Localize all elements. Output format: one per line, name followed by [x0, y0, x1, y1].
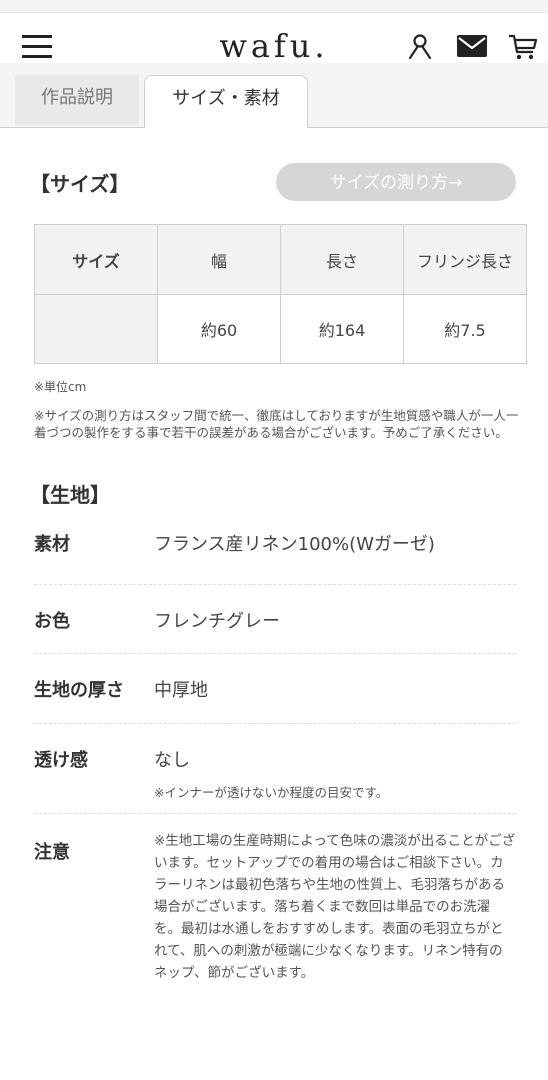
spec-label: 生地の厚さ: [34, 680, 124, 701]
list-item: 素材 フランス産リネン100%(Wガーゼ): [34, 516, 516, 585]
mail-icon[interactable]: [457, 35, 487, 57]
spec-label: 素材: [34, 534, 70, 555]
tab-description[interactable]: 作品説明: [15, 75, 139, 125]
size-table: サイズ 幅 長さ フリンジ長さ 約60 約164 約7.5: [34, 224, 527, 364]
size-section-title: 【サイズ】: [30, 172, 130, 196]
list-item: 注意 ※生地工場の生産時期によって色味の濃淡が出ることがございます。セットアップ…: [34, 814, 516, 984]
spec-label: お色: [34, 611, 70, 632]
tab-size-material[interactable]: サイズ・素材: [144, 75, 308, 128]
size-table-cell: 約60: [157, 294, 281, 364]
unit-note: ※単位cm: [34, 380, 87, 394]
size-section-header: 【サイズ】 サイズの測り方→: [0, 128, 548, 224]
top-strip: [0, 0, 548, 13]
how-to-measure-button[interactable]: サイズの測り方→: [276, 163, 516, 201]
spec-value-group: なし ※インナーが透けないか程度の目安です。: [154, 746, 388, 801]
size-table-cell: 約7.5: [403, 294, 527, 364]
list-item: お色 フレンチグレー: [34, 585, 516, 654]
spec-value: 中厚地: [154, 680, 208, 701]
user-icon[interactable]: [407, 33, 433, 59]
spec-label: 注意: [34, 842, 70, 863]
table-row: 約60 約164 約7.5: [34, 294, 527, 364]
spec-value: なし: [154, 750, 190, 771]
care-note: ※生地工場の生産時期によって色味の濃淡が出ることがございます。セットアップでの着…: [154, 833, 516, 981]
size-table-header: サイズ: [34, 224, 158, 295]
measurement-note: ※サイズの測り方はスタッフ間で統一、徹底はしておりますが生地質感や職人が一人一着…: [34, 408, 519, 440]
cart-icon[interactable]: [508, 33, 538, 61]
size-table-header: 幅: [157, 224, 281, 295]
spec-label: 透け感: [34, 750, 88, 771]
size-table-cell: 約164: [280, 294, 404, 364]
tab-bar: 作品説明 サイズ・素材: [0, 63, 548, 128]
spec-subnote: ※インナーが透けないか程度の目安です。: [154, 785, 389, 800]
list-item: 透け感 なし ※インナーが透けないか程度の目安です。: [34, 724, 516, 814]
site-header: wafu.: [0, 13, 548, 65]
fabric-spec-list: 素材 フランス産リネン100%(Wガーゼ) お色 フレンチグレー 生地の厚さ 中…: [34, 516, 516, 984]
size-table-header: フリンジ長さ: [403, 224, 527, 295]
size-table-header: 長さ: [280, 224, 404, 295]
size-table-header-row: サイズ 幅 長さ フリンジ長さ: [34, 224, 527, 295]
size-table-cell: [34, 294, 158, 364]
list-item: 生地の厚さ 中厚地: [34, 654, 516, 724]
spec-value: フランス産リネン100%(Wガーゼ): [154, 534, 435, 555]
spec-value: フレンチグレー: [154, 611, 280, 632]
fabric-section-title: 【生地】: [30, 483, 110, 507]
